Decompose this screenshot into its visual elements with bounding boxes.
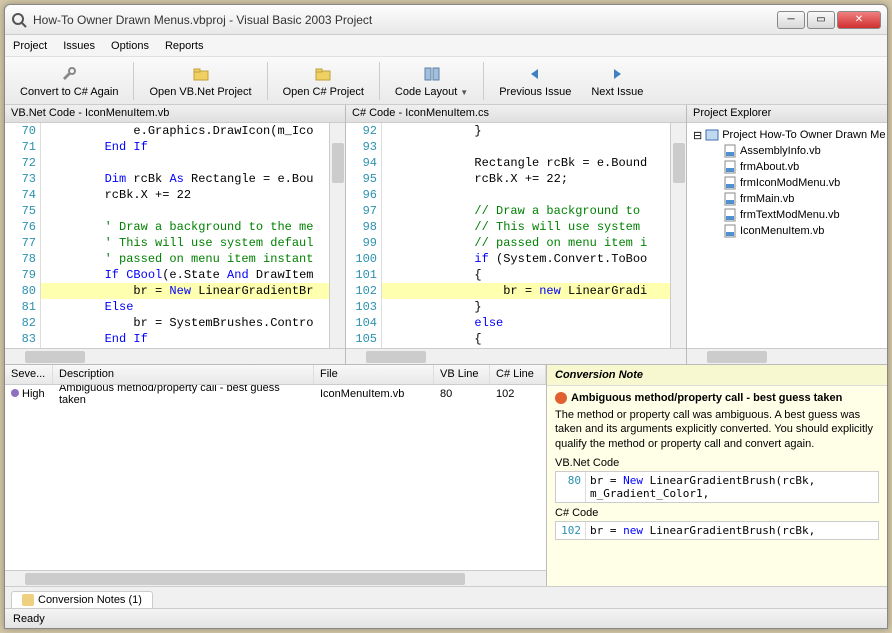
folder-cs-icon: [313, 64, 333, 84]
menu-reports[interactable]: Reports: [165, 40, 204, 52]
note-icon: [22, 594, 34, 606]
issues-scrollbar-h[interactable]: [5, 570, 546, 586]
project-explorer: Project Explorer ⊟ Project How-To Owner …: [687, 105, 887, 364]
note-vb-label: VB.Net Code: [555, 457, 879, 469]
menubar: Project Issues Options Reports: [5, 35, 887, 57]
cs-scrollbar-v[interactable]: [670, 123, 686, 348]
next-issue-button[interactable]: Next Issue: [582, 61, 652, 101]
file-vb-icon: [723, 160, 737, 174]
vb-scrollbar-h[interactable]: [5, 348, 345, 364]
app-icon: [11, 12, 27, 28]
toolbar: Convert to C# Again Open VB.Net Project …: [5, 57, 887, 105]
note-heading: Ambiguous method/property call - best gu…: [555, 392, 879, 404]
cs-code-pane: C# Code - IconMenuItem.cs 92939495969798…: [346, 105, 687, 364]
window-controls: ─ ▭ ✕: [777, 11, 881, 29]
tree-item[interactable]: frmIconModMenu.vb: [693, 175, 881, 191]
separator: [267, 62, 268, 100]
menu-project[interactable]: Project: [13, 40, 47, 52]
folder-vb-icon: [191, 64, 211, 84]
menu-issues[interactable]: Issues: [63, 40, 95, 52]
vb-code-body[interactable]: 7071727374757677787980818283 e.Graphics.…: [5, 123, 345, 348]
app-window: How-To Owner Drawn Menus.vbproj - Visual…: [4, 4, 888, 629]
file-vb-icon: [723, 224, 737, 238]
col-csline[interactable]: C# Line: [490, 365, 546, 384]
status-text: Ready: [13, 613, 45, 625]
tab-conversion-notes[interactable]: Conversion Notes (1): [11, 591, 153, 608]
note-vb-code: 80 br = New LinearGradientBrush(rcBk, m_…: [555, 471, 879, 503]
tree-item[interactable]: frmAbout.vb: [693, 159, 881, 175]
tree-item[interactable]: IconMenuItem.vb: [693, 223, 881, 239]
vb-lines[interactable]: e.Graphics.DrawIcon(m_Ico End If Dim rcB…: [41, 123, 329, 348]
arrow-left-icon: [525, 64, 545, 84]
note-cs-code: 102 br = new LinearGradientBrush(rcBk,: [555, 521, 879, 540]
menu-options[interactable]: Options: [111, 40, 149, 52]
minus-icon[interactable]: ⊟: [693, 129, 702, 142]
statusbar: Ready: [5, 608, 887, 628]
bottom-row: Seve... Description File VB Line C# Line…: [5, 365, 887, 586]
close-button[interactable]: ✕: [837, 11, 881, 29]
maximize-button[interactable]: ▭: [807, 11, 835, 29]
warning-icon: [555, 392, 567, 404]
note-title: Conversion Note: [547, 365, 887, 386]
separator: [483, 62, 484, 100]
wrench-icon: [59, 64, 79, 84]
explorer-tree[interactable]: ⊟ Project How-To Owner Drawn Me Assembly…: [687, 123, 887, 348]
convert-button[interactable]: Convert to C# Again: [11, 61, 127, 101]
note-cs-label: C# Code: [555, 507, 879, 519]
file-vb-icon: [723, 176, 737, 190]
tree-item[interactable]: frmMain.vb: [693, 191, 881, 207]
cs-gutter: 9293949596979899100101102103104105: [346, 123, 382, 348]
col-severity[interactable]: Seve...: [5, 365, 53, 384]
workarea: VB.Net Code - IconMenuItem.vb 7071727374…: [5, 105, 887, 608]
layout-icon: [422, 64, 442, 84]
cs-scrollbar-h[interactable]: [346, 348, 686, 364]
tabs-row: Conversion Notes (1): [5, 586, 887, 608]
cs-lines[interactable]: } Rectangle rcBk = e.Bound rcBk.X += 22;…: [382, 123, 670, 348]
issues-header[interactable]: Seve... Description File VB Line C# Line: [5, 365, 546, 385]
code-panes-row: VB.Net Code - IconMenuItem.vb 7071727374…: [5, 105, 887, 365]
issues-pane: Seve... Description File VB Line C# Line…: [5, 365, 547, 586]
file-vb-icon: [723, 144, 737, 158]
issue-row[interactable]: HighAmbiguous method/property call - bes…: [5, 385, 546, 403]
open-vb-button[interactable]: Open VB.Net Project: [140, 61, 260, 101]
chevron-down-icon: ▼: [460, 88, 468, 97]
vb-scrollbar-v[interactable]: [329, 123, 345, 348]
explorer-header: Project Explorer: [687, 105, 887, 123]
col-file[interactable]: File: [314, 365, 434, 384]
project-icon: [705, 128, 719, 142]
col-vbline[interactable]: VB Line: [434, 365, 490, 384]
window-title: How-To Owner Drawn Menus.vbproj - Visual…: [33, 13, 777, 27]
file-vb-icon: [723, 208, 737, 222]
note-text: The method or property call was ambiguou…: [555, 408, 879, 451]
separator: [133, 62, 134, 100]
note-body: Ambiguous method/property call - best gu…: [547, 386, 887, 586]
titlebar[interactable]: How-To Owner Drawn Menus.vbproj - Visual…: [5, 5, 887, 35]
col-description[interactable]: Description: [53, 365, 314, 384]
tree-item[interactable]: AssemblyInfo.vb: [693, 143, 881, 159]
explorer-scrollbar-h[interactable]: [687, 348, 887, 364]
vb-gutter: 7071727374757677787980818283: [5, 123, 41, 348]
conversion-note-pane: Conversion Note Ambiguous method/propert…: [547, 365, 887, 586]
cs-code-body[interactable]: 9293949596979899100101102103104105 } Rec…: [346, 123, 686, 348]
separator: [379, 62, 380, 100]
open-cs-button[interactable]: Open C# Project: [274, 61, 373, 101]
minimize-button[interactable]: ─: [777, 11, 805, 29]
vb-pane-header: VB.Net Code - IconMenuItem.vb: [5, 105, 345, 123]
previous-issue-button[interactable]: Previous Issue: [490, 61, 580, 101]
tree-item[interactable]: frmTextModMenu.vb: [693, 207, 881, 223]
code-layout-button[interactable]: Code Layout▼: [386, 61, 477, 101]
cs-pane-header: C# Code - IconMenuItem.cs: [346, 105, 686, 123]
issues-body[interactable]: HighAmbiguous method/property call - bes…: [5, 385, 546, 570]
vb-code-pane: VB.Net Code - IconMenuItem.vb 7071727374…: [5, 105, 346, 364]
file-vb-icon: [723, 192, 737, 206]
arrow-right-icon: [607, 64, 627, 84]
tree-root[interactable]: ⊟ Project How-To Owner Drawn Me: [693, 127, 881, 143]
